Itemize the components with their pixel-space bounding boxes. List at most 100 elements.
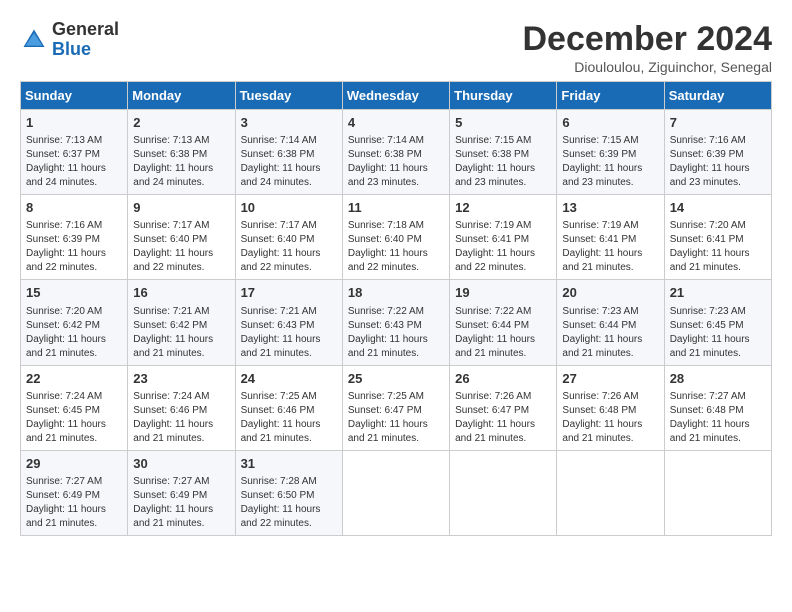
calendar-week-4: 22Sunrise: 7:24 AMSunset: 6:45 PMDayligh… bbox=[21, 365, 772, 450]
month-title: December 2024 bbox=[522, 20, 772, 59]
day-info: Sunset: 6:47 PM bbox=[455, 404, 551, 418]
day-info: Sunset: 6:39 PM bbox=[562, 148, 658, 162]
day-info: Sunset: 6:44 PM bbox=[562, 319, 658, 333]
title-block: December 2024 Diouloulou, Ziguinchor, Se… bbox=[522, 20, 772, 75]
day-number: 29 bbox=[26, 455, 122, 473]
day-info: Sunrise: 7:20 AM bbox=[670, 219, 766, 233]
calendar-cell: 28Sunrise: 7:27 AMSunset: 6:48 PMDayligh… bbox=[664, 365, 771, 450]
col-monday: Monday bbox=[128, 82, 235, 110]
day-info: Sunrise: 7:14 AM bbox=[241, 134, 337, 148]
calendar-cell: 21Sunrise: 7:23 AMSunset: 6:45 PMDayligh… bbox=[664, 280, 771, 365]
calendar-cell: 2 Sunrise: 7:13 AMSunset: 6:38 PMDaylight… bbox=[128, 110, 235, 195]
day-number: 17 bbox=[241, 284, 337, 302]
day-number: 12 bbox=[455, 199, 551, 217]
calendar-cell: 4Sunrise: 7:14 AMSunset: 6:38 PMDaylight… bbox=[342, 110, 449, 195]
day-number: 11 bbox=[348, 199, 444, 217]
day-info: Sunset: 6:44 PM bbox=[455, 319, 551, 333]
day-number: 10 bbox=[241, 199, 337, 217]
day-number: 18 bbox=[348, 284, 444, 302]
logo: General Blue bbox=[20, 20, 119, 60]
day-number: 4 bbox=[348, 114, 444, 132]
day-info: Sunset: 6:39 PM bbox=[670, 148, 766, 162]
day-info: Daylight: 11 hours and 21 minutes. bbox=[26, 333, 122, 361]
calendar-cell: 9Sunrise: 7:17 AMSunset: 6:40 PMDaylight… bbox=[128, 195, 235, 280]
calendar-cell: 5Sunrise: 7:15 AMSunset: 6:38 PMDaylight… bbox=[450, 110, 557, 195]
day-info: Sunset: 6:42 PM bbox=[133, 319, 229, 333]
col-wednesday: Wednesday bbox=[342, 82, 449, 110]
day-number: 13 bbox=[562, 199, 658, 217]
day-info: Sunset: 6:46 PM bbox=[133, 404, 229, 418]
day-info: Sunrise: 7:15 AM bbox=[562, 134, 658, 148]
day-info: Sunset: 6:38 PM bbox=[455, 148, 551, 162]
day-info: Daylight: 11 hours and 23 minutes. bbox=[670, 162, 766, 190]
day-info: Daylight: 11 hours and 21 minutes. bbox=[241, 333, 337, 361]
day-number: 26 bbox=[455, 370, 551, 388]
day-info: Daylight: 11 hours and 22 minutes. bbox=[26, 247, 122, 275]
calendar-cell bbox=[557, 450, 664, 535]
logo-blue: Blue bbox=[52, 39, 91, 59]
day-info: Daylight: 11 hours and 24 minutes. bbox=[241, 162, 337, 190]
day-info: Daylight: 11 hours and 22 minutes. bbox=[241, 247, 337, 275]
day-info: Daylight: 11 hours and 22 minutes. bbox=[455, 247, 551, 275]
day-info: Sunrise: 7:14 AM bbox=[348, 134, 444, 148]
day-info: Sunrise: 7:17 AM bbox=[133, 219, 229, 233]
day-info: Sunset: 6:45 PM bbox=[26, 404, 122, 418]
day-info: Daylight: 11 hours and 21 minutes. bbox=[26, 418, 122, 446]
day-info: Sunset: 6:42 PM bbox=[26, 319, 122, 333]
day-info: Sunrise: 7:13 AM bbox=[133, 134, 229, 148]
day-info: Daylight: 11 hours and 21 minutes. bbox=[133, 503, 229, 531]
day-info: Sunrise: 7:21 AM bbox=[133, 305, 229, 319]
day-number: 23 bbox=[133, 370, 229, 388]
day-number: 2 bbox=[133, 114, 229, 132]
calendar-cell: 20Sunrise: 7:23 AMSunset: 6:44 PMDayligh… bbox=[557, 280, 664, 365]
day-info: Daylight: 11 hours and 21 minutes. bbox=[455, 418, 551, 446]
day-info: Sunset: 6:45 PM bbox=[670, 319, 766, 333]
day-info: Sunrise: 7:24 AM bbox=[133, 390, 229, 404]
day-info: Daylight: 11 hours and 24 minutes. bbox=[133, 162, 229, 190]
day-number: 15 bbox=[26, 284, 122, 302]
day-number: 1 bbox=[26, 114, 122, 132]
day-info: Daylight: 11 hours and 21 minutes. bbox=[670, 418, 766, 446]
calendar-cell: 6Sunrise: 7:15 AMSunset: 6:39 PMDaylight… bbox=[557, 110, 664, 195]
day-info: Sunset: 6:39 PM bbox=[26, 233, 122, 247]
calendar-table: Sunday Monday Tuesday Wednesday Thursday… bbox=[20, 81, 772, 536]
day-number: 27 bbox=[562, 370, 658, 388]
day-info: Sunrise: 7:27 AM bbox=[26, 475, 122, 489]
day-info: Sunrise: 7:21 AM bbox=[241, 305, 337, 319]
day-info: Sunset: 6:47 PM bbox=[348, 404, 444, 418]
day-info: Sunset: 6:50 PM bbox=[241, 489, 337, 503]
calendar-week-5: 29Sunrise: 7:27 AMSunset: 6:49 PMDayligh… bbox=[21, 450, 772, 535]
day-info: Sunset: 6:49 PM bbox=[26, 489, 122, 503]
location: Diouloulou, Ziguinchor, Senegal bbox=[522, 59, 772, 75]
day-info: Sunset: 6:40 PM bbox=[241, 233, 337, 247]
day-info: Sunset: 6:37 PM bbox=[26, 148, 122, 162]
day-number: 28 bbox=[670, 370, 766, 388]
day-info: Daylight: 11 hours and 21 minutes. bbox=[670, 333, 766, 361]
day-info: Daylight: 11 hours and 22 minutes. bbox=[241, 503, 337, 531]
calendar-cell: 30Sunrise: 7:27 AMSunset: 6:49 PMDayligh… bbox=[128, 450, 235, 535]
day-info: Sunrise: 7:26 AM bbox=[562, 390, 658, 404]
calendar-cell: 19Sunrise: 7:22 AMSunset: 6:44 PMDayligh… bbox=[450, 280, 557, 365]
day-number: 25 bbox=[348, 370, 444, 388]
day-number: 16 bbox=[133, 284, 229, 302]
calendar-week-1: 1Sunrise: 7:13 AMSunset: 6:37 PMDaylight… bbox=[21, 110, 772, 195]
day-number: 6 bbox=[562, 114, 658, 132]
calendar-cell: 23Sunrise: 7:24 AMSunset: 6:46 PMDayligh… bbox=[128, 365, 235, 450]
day-number: 14 bbox=[670, 199, 766, 217]
calendar-header: Sunday Monday Tuesday Wednesday Thursday… bbox=[21, 82, 772, 110]
day-info: Sunrise: 7:22 AM bbox=[455, 305, 551, 319]
day-info: Daylight: 11 hours and 21 minutes. bbox=[455, 333, 551, 361]
day-number: 5 bbox=[455, 114, 551, 132]
day-info: Daylight: 11 hours and 24 minutes. bbox=[26, 162, 122, 190]
day-number: 21 bbox=[670, 284, 766, 302]
calendar-cell: 16Sunrise: 7:21 AMSunset: 6:42 PMDayligh… bbox=[128, 280, 235, 365]
day-info: Daylight: 11 hours and 21 minutes. bbox=[26, 503, 122, 531]
calendar-cell bbox=[342, 450, 449, 535]
day-info: Sunrise: 7:16 AM bbox=[26, 219, 122, 233]
day-info: Sunset: 6:41 PM bbox=[670, 233, 766, 247]
day-info: Sunset: 6:46 PM bbox=[241, 404, 337, 418]
calendar-cell: 1Sunrise: 7:13 AMSunset: 6:37 PMDaylight… bbox=[21, 110, 128, 195]
day-info: Sunrise: 7:28 AM bbox=[241, 475, 337, 489]
day-info: Sunset: 6:38 PM bbox=[133, 148, 229, 162]
calendar-cell: 12Sunrise: 7:19 AMSunset: 6:41 PMDayligh… bbox=[450, 195, 557, 280]
